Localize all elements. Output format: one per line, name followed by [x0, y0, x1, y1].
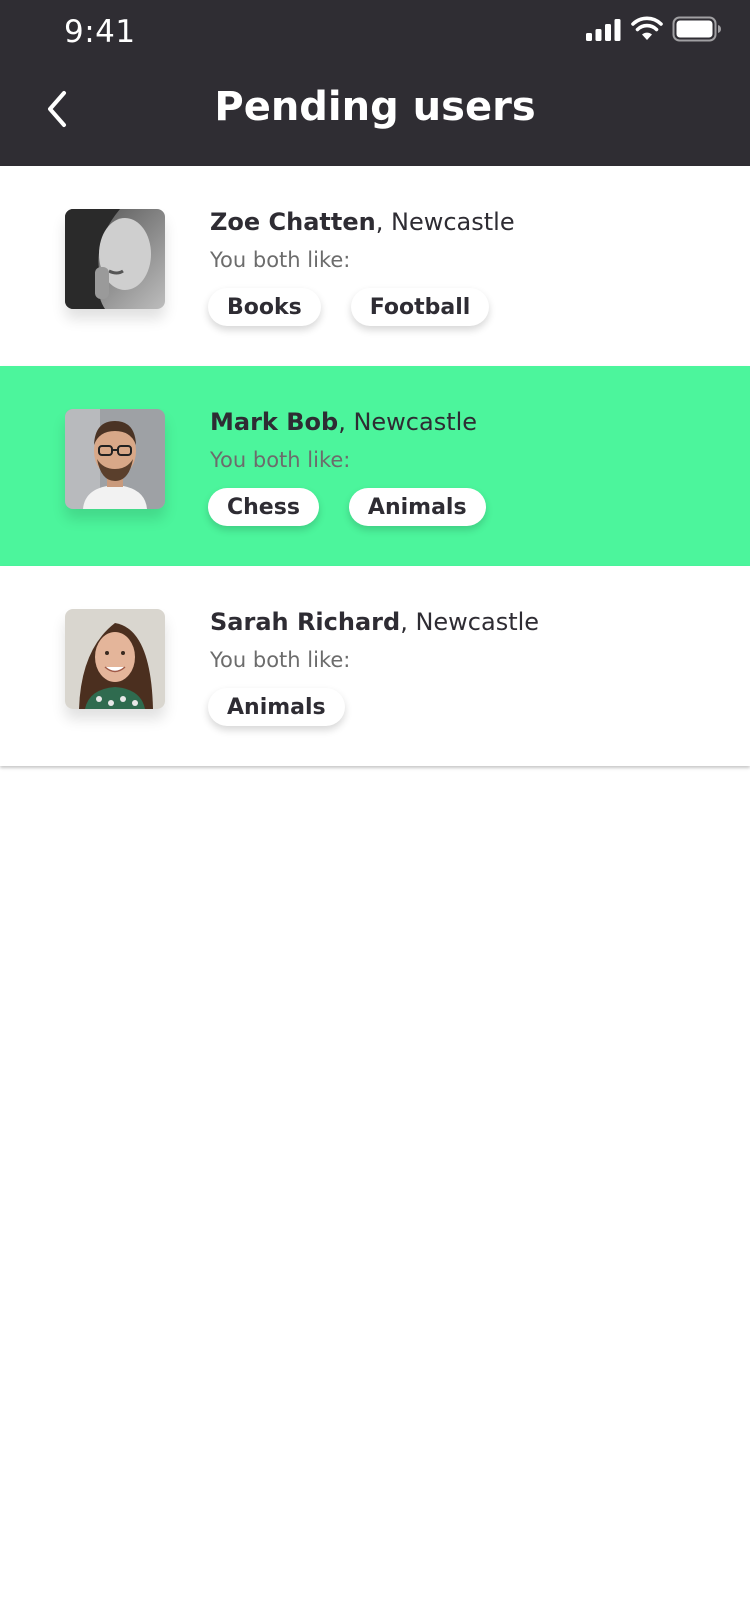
signal-icon	[586, 19, 621, 41]
interest-tags: Books Football	[208, 288, 515, 326]
user-name-line: Zoe Chatten, Newcastle	[210, 208, 515, 236]
app-header: 9:41 Pending users	[0, 0, 750, 166]
status-time: 9:41	[64, 14, 136, 50]
interest-tag[interactable]: Football	[350, 288, 490, 326]
interest-tags: Chess Animals	[208, 488, 486, 526]
user-location: , Newcastle	[338, 408, 478, 436]
shared-interests-label: You both like:	[210, 648, 351, 672]
pending-users-list: Zoe Chatten, Newcastle You both like: Bo…	[0, 166, 750, 766]
user-name: Sarah Richard	[210, 608, 401, 636]
user-location: , Newcastle	[400, 608, 540, 636]
interest-tag[interactable]: Animals	[348, 488, 486, 526]
user-row[interactable]: Zoe Chatten, Newcastle You both like: Bo…	[0, 166, 750, 366]
user-name-line: Sarah Richard, Newcastle	[210, 608, 539, 636]
interest-tag[interactable]: Chess	[208, 488, 319, 526]
avatar	[65, 609, 165, 709]
page-title: Pending users	[214, 84, 536, 130]
shared-interests-label: You both like:	[210, 248, 351, 272]
user-row[interactable]: Sarah Richard, Newcastle You both like: …	[0, 566, 750, 766]
shared-interests-label: You both like:	[210, 448, 351, 472]
user-name-line: Mark Bob, Newcastle	[210, 408, 486, 436]
wifi-icon	[631, 16, 663, 40]
user-row-selected[interactable]: Mark Bob, Newcastle You both like: Chess…	[0, 366, 750, 566]
battery-icon	[672, 16, 721, 42]
interest-tag[interactable]: Animals	[208, 688, 345, 726]
avatar	[65, 209, 165, 309]
interest-tag[interactable]: Books	[208, 288, 321, 326]
interest-tags: Animals	[208, 688, 539, 726]
user-name: Zoe Chatten	[210, 208, 376, 236]
user-location: , Newcastle	[375, 208, 515, 236]
user-name: Mark Bob	[210, 408, 339, 436]
avatar	[65, 409, 165, 509]
